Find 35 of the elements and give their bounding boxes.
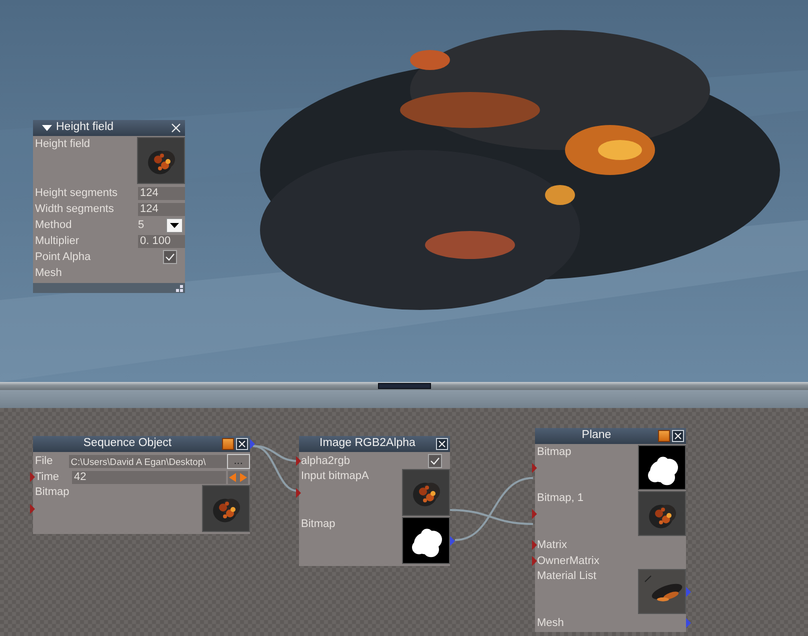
- node-title: Image RGB2Alpha: [318, 436, 416, 452]
- field-label: Material List: [537, 569, 596, 584]
- field-label: Mesh: [537, 616, 564, 630]
- value-field[interactable]: C:\Users\David A Egan\Desktop\: [68, 454, 227, 468]
- close-icon[interactable]: [237, 439, 247, 449]
- browse-button[interactable]: ...: [226, 454, 250, 468]
- node-title: Sequence Object: [82, 436, 173, 452]
- stepper-arrows-icon[interactable]: [228, 472, 247, 482]
- field-label: Bitmap: [35, 485, 70, 500]
- field-label: OwnerMatrix: [537, 554, 600, 568]
- node-title: Plane: [580, 428, 612, 444]
- color-button[interactable]: [222, 438, 234, 450]
- input-port[interactable]: [532, 463, 537, 473]
- splitter-handle[interactable]: [378, 383, 430, 389]
- field-label: Matrix: [537, 538, 567, 552]
- input-port[interactable]: [532, 556, 537, 566]
- close-icon[interactable]: [673, 431, 683, 441]
- input-port[interactable]: [296, 456, 301, 466]
- field-label: Bitmap: [537, 445, 572, 460]
- checkbox[interactable]: [428, 454, 442, 468]
- color-button[interactable]: [658, 430, 670, 442]
- field-label: alpha2rgb: [301, 454, 350, 468]
- field-label: Time: [35, 470, 60, 484]
- input-port[interactable]: [30, 472, 35, 482]
- input-port[interactable]: [296, 488, 301, 498]
- field-label: File: [35, 454, 53, 468]
- input-port[interactable]: [30, 504, 35, 514]
- value-field[interactable]: 42: [72, 470, 226, 484]
- field-label: Bitmap: [301, 517, 336, 532]
- close-icon[interactable]: [437, 439, 447, 449]
- input-port[interactable]: [532, 540, 537, 550]
- field-label: Bitmap, 1: [537, 491, 584, 506]
- splitter-bar[interactable]: [0, 382, 808, 390]
- input-port[interactable]: [532, 509, 537, 519]
- field-label: Input bitmapA: [301, 469, 369, 484]
